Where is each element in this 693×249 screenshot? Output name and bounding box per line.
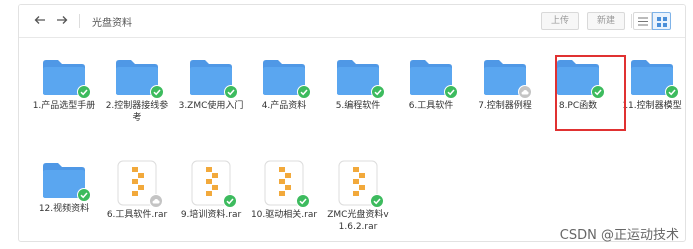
file-item[interactable]: 6.工具软件.rar <box>100 160 174 221</box>
folder-item[interactable]: 2.控制器接线参考 <box>100 57 174 124</box>
folder-item[interactable]: 3.ZMC使用入门 <box>174 57 248 112</box>
folder-item[interactable]: 4.产品资料 <box>247 57 321 112</box>
synced-check-icon <box>297 85 311 99</box>
item-label: 5.编程软件 <box>335 101 381 111</box>
item-label: 2.控制器接线参考 <box>105 101 169 123</box>
item-label: ZMC光盘资料v1.6.2.rar <box>327 210 389 232</box>
synced-check-icon <box>223 194 237 208</box>
upload-button[interactable]: 上传 <box>541 12 579 30</box>
synced-check-icon <box>296 194 310 208</box>
folder-item[interactable]: 1.产品选型手册 <box>27 57 101 112</box>
folder-item[interactable]: 7.控制器例程 <box>468 57 542 112</box>
folder-item[interactable]: 5.编程软件 <box>321 57 395 112</box>
item-label: 12.视频资料 <box>38 204 90 214</box>
item-label: 7.控制器例程 <box>478 101 532 111</box>
synced-check-icon <box>370 194 384 208</box>
new-button[interactable]: 新建 <box>587 12 625 30</box>
breadcrumb-path[interactable]: 光盘资料 <box>92 14 132 29</box>
synced-check-icon <box>665 85 679 99</box>
toolbar: 光盘资料 上传 新建 <box>19 5 685 38</box>
folder-item[interactable]: 6.工具软件 <box>394 57 468 112</box>
back-arrow-icon[interactable] <box>31 11 49 29</box>
grid-view-button[interactable] <box>652 12 671 30</box>
file-browser-window: 光盘资料 上传 新建 1.产品选型手册 2.控制器接线参考 3.ZMC使用入门 4.产… <box>18 4 686 242</box>
synced-check-icon <box>444 85 458 99</box>
item-label: 3.ZMC使用入门 <box>178 101 244 111</box>
cloud-status-icon <box>518 85 532 99</box>
divider <box>79 14 80 28</box>
item-label: 6.工具软件.rar <box>106 210 168 220</box>
item-label: 4.产品资料 <box>261 101 307 111</box>
synced-check-icon <box>150 85 164 99</box>
synced-check-icon <box>224 85 238 99</box>
cloud-status-icon <box>149 194 163 208</box>
item-label: 10.驱动相关.rar <box>250 210 318 220</box>
forward-arrow-icon[interactable] <box>53 11 71 29</box>
item-label: 9.培训资料.rar <box>180 210 242 220</box>
list-view-icon <box>637 17 648 26</box>
file-item[interactable]: 9.培训资料.rar <box>174 160 248 221</box>
file-item[interactable]: ZMC光盘资料v1.6.2.rar <box>321 160 395 233</box>
grid-view-icon <box>656 17 667 27</box>
list-view-button[interactable] <box>633 12 652 30</box>
synced-check-icon <box>77 188 91 202</box>
watermark: CSDN @正运动技术 <box>559 228 679 243</box>
item-label: 6.工具软件 <box>408 101 454 111</box>
item-label: 1.产品选型手册 <box>32 101 96 111</box>
divider <box>631 14 632 28</box>
synced-check-icon <box>77 85 91 99</box>
highlight-box <box>555 55 626 131</box>
synced-check-icon <box>371 85 385 99</box>
folder-item[interactable]: 12.视频资料 <box>27 160 101 215</box>
file-item[interactable]: 10.驱动相关.rar <box>247 160 321 221</box>
